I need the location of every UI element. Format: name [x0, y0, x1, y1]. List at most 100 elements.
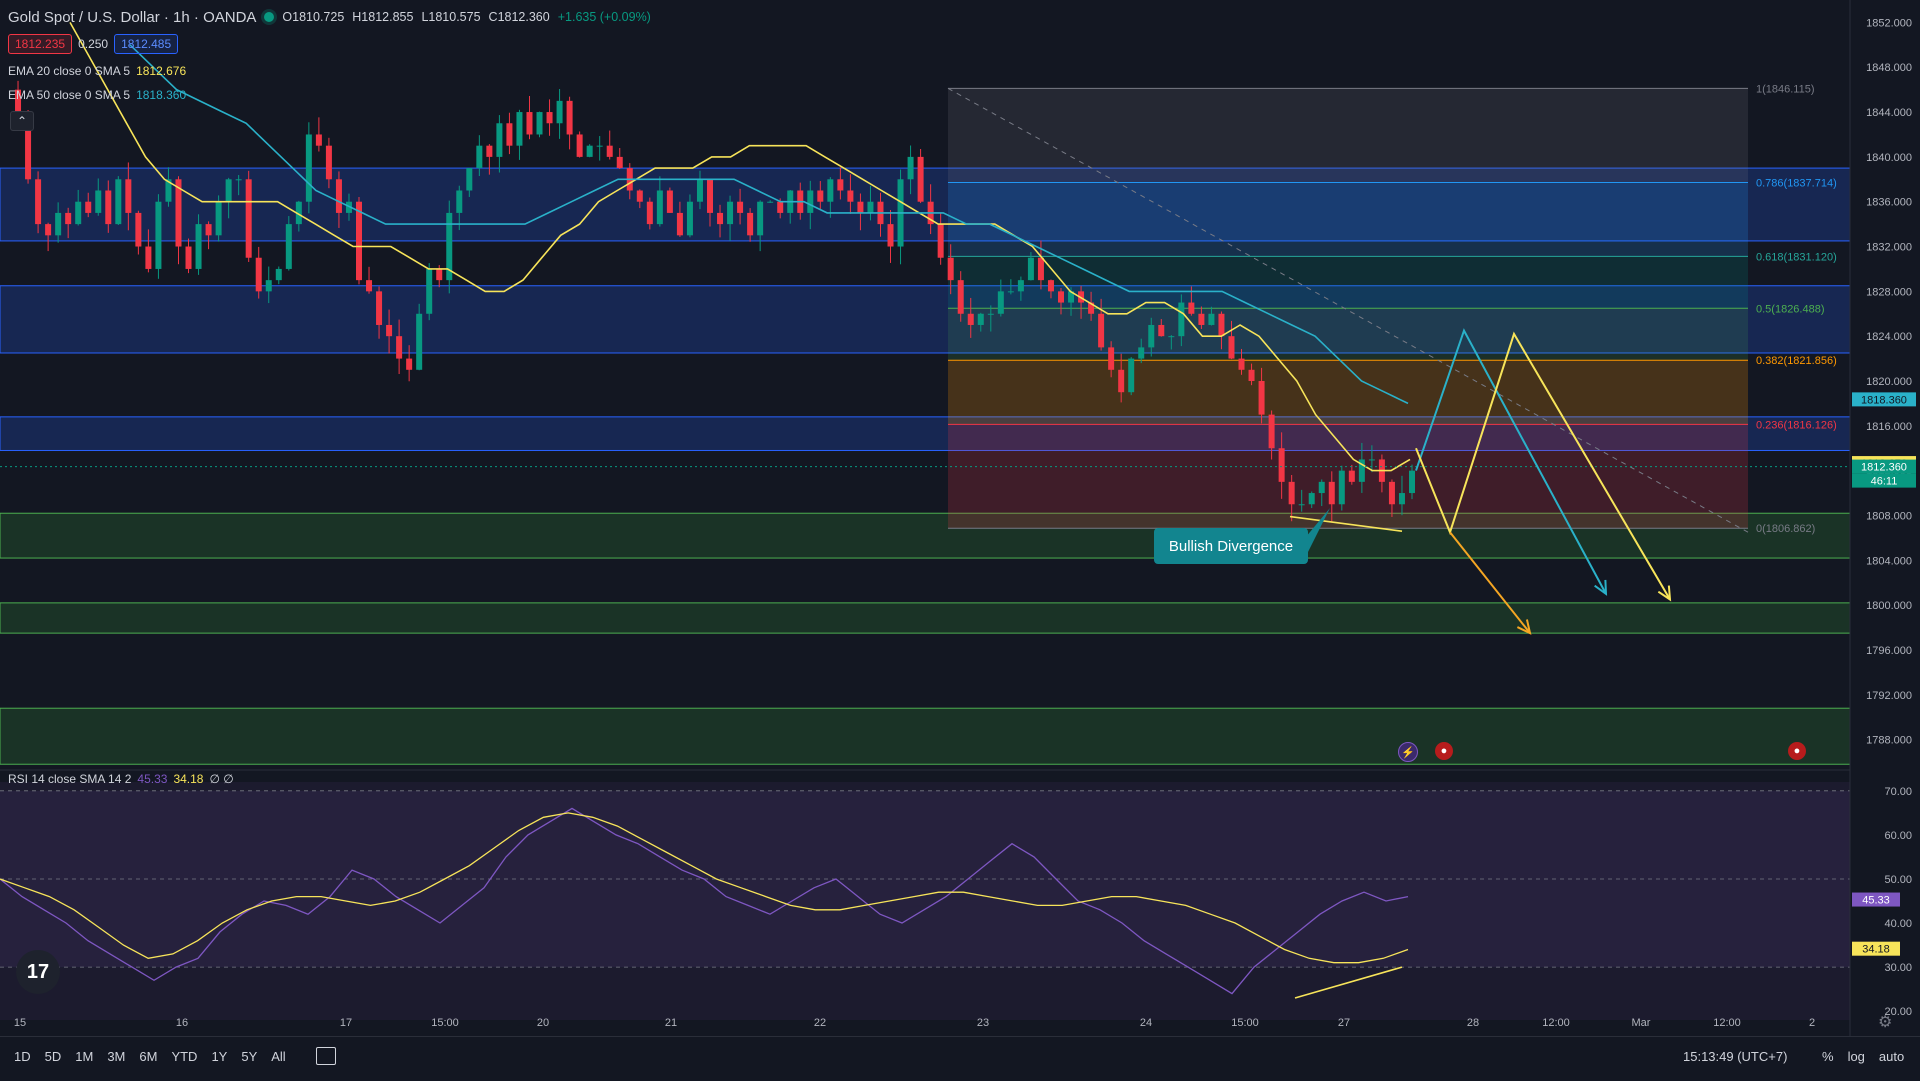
symbol-header: Gold Spot / U.S. Dollar · 1h · OANDA O18… [8, 6, 651, 28]
candle-body [155, 201, 162, 269]
time-tick: 28 [1467, 1017, 1479, 1029]
fib-band [948, 424, 1748, 529]
rsi-value: 45.33 [137, 772, 168, 786]
ema20-legend[interactable]: EMA 20 close 0 SMA 5 1812.676 [8, 64, 186, 78]
price-tick: 1800.000 [1866, 600, 1912, 612]
price-badge-label: 1812.360 [1861, 462, 1907, 474]
timeframe-5y[interactable]: 5Y [241, 1049, 257, 1064]
candle-body [747, 212, 754, 236]
lightning-event-icon[interactable]: ⚡ [1398, 742, 1418, 762]
candle-body [546, 112, 553, 124]
timeframe-3m[interactable]: 3M [107, 1049, 125, 1064]
timeframe-all[interactable]: All [271, 1049, 285, 1064]
clock[interactable]: 15:13:49 (UTC+7) [1683, 1049, 1787, 1064]
candle-body [526, 112, 533, 135]
candle-body [1278, 448, 1285, 482]
bullish-divergence-callout[interactable]: Bullish Divergence [1154, 528, 1308, 564]
candle-body [666, 190, 673, 213]
time-tick: 2 [1809, 1017, 1815, 1029]
candle-body [817, 190, 824, 202]
candle-body [1118, 369, 1125, 393]
percent-toggle[interactable]: % [1822, 1049, 1834, 1064]
sell-button[interactable]: 1812.235 [8, 34, 73, 54]
support-zone [0, 602, 1851, 634]
rsi-tick: 30.00 [1884, 962, 1912, 974]
candle-body [1228, 336, 1235, 359]
timeframe-5d[interactable]: 5D [45, 1049, 62, 1064]
price-tick: 1796.000 [1866, 645, 1912, 657]
candle-body [967, 313, 974, 325]
auto-toggle[interactable]: auto [1879, 1049, 1904, 1064]
candle-body [35, 179, 42, 225]
price-tick: 1804.000 [1866, 555, 1912, 567]
timeframe-1m[interactable]: 1M [75, 1049, 93, 1064]
candle-body [376, 291, 383, 325]
candle-body [696, 179, 703, 202]
candle-body [225, 179, 232, 202]
time-tick: 12:00 [1713, 1017, 1741, 1029]
collapse-chevron-icon[interactable]: ⌃ [10, 111, 34, 131]
time-tick: 17 [340, 1017, 352, 1029]
price-tick: 1848.000 [1866, 62, 1912, 74]
candle-body [125, 179, 132, 213]
candle-body [95, 190, 102, 213]
price-tick: 1832.000 [1866, 242, 1912, 254]
candle-body [586, 145, 593, 157]
compare-icon[interactable] [316, 1047, 336, 1065]
candle-body [486, 145, 493, 157]
price-tick: 1836.000 [1866, 197, 1912, 209]
candle-body [285, 224, 292, 269]
tradingview-logo-icon[interactable]: 17 [16, 950, 60, 994]
us-flag-event-icon[interactable]: ● [1788, 742, 1806, 760]
fib-band [948, 182, 1748, 257]
candle-body [55, 212, 62, 236]
candle-body [275, 268, 282, 281]
candle-body [1047, 280, 1054, 292]
candle-body [737, 201, 744, 213]
time-tick: 24 [1140, 1017, 1152, 1029]
time-tick: 15 [14, 1017, 26, 1029]
ohlc-values: O1810.725 H1812.855 L1810.575 C1812.360 … [282, 10, 650, 24]
candle-body [1108, 347, 1115, 370]
candle-body [1368, 459, 1375, 461]
ema50-label: EMA 50 close 0 SMA 5 [8, 88, 131, 102]
buy-button[interactable]: 1812.485 [114, 34, 179, 54]
timeframe-6m[interactable]: 6M [139, 1049, 157, 1064]
candle-body [245, 179, 252, 258]
candle-body [1218, 313, 1225, 337]
fib-level-label: 0.382(1821.856) [1756, 355, 1837, 367]
candle-body [917, 156, 924, 202]
rsi-badge-label: 34.18 [1862, 944, 1890, 956]
us-flag-event-icon[interactable]: ● [1435, 742, 1453, 760]
price-tick: 1816.000 [1866, 421, 1912, 433]
gear-icon[interactable]: ⚙ [1878, 1012, 1892, 1032]
candle-body [1238, 358, 1245, 370]
candle-body [977, 313, 984, 325]
price-chart[interactable]: 1(1846.115) 0.786(1837.714) 0.618(1831.120… [0, 0, 1920, 1080]
candle-body [1318, 481, 1325, 494]
candle-body [957, 280, 964, 314]
symbol-title[interactable]: Gold Spot / U.S. Dollar · 1h · OANDA [8, 9, 256, 26]
time-tick: 15:00 [1231, 1017, 1259, 1029]
candle-body [947, 257, 954, 281]
price-badge-label: 1818.360 [1861, 394, 1907, 406]
candle-body [135, 212, 142, 247]
candle-body [656, 190, 663, 225]
log-toggle[interactable]: log [1848, 1049, 1865, 1064]
close-value: C1812.360 [488, 10, 550, 24]
timeframe-1d[interactable]: 1D [14, 1049, 31, 1064]
candle-body [596, 145, 603, 147]
high-value: H1812.855 [352, 10, 414, 24]
rsi-legend[interactable]: RSI 14 close SMA 14 2 45.33 34.18 ∅ ∅ [8, 772, 234, 786]
low-value: L1810.575 [421, 10, 481, 24]
candle-body [105, 190, 112, 225]
candle-body [857, 201, 864, 213]
candle-body [65, 212, 72, 225]
candle-body [506, 123, 513, 146]
fib-level-label: 0.618(1831.120) [1756, 251, 1837, 263]
candle-body [536, 112, 543, 135]
timeframe-ytd[interactable]: YTD [171, 1049, 197, 1064]
ema50-legend[interactable]: EMA 50 close 0 SMA 5 1818.360 [8, 88, 186, 102]
candle-body [356, 201, 362, 281]
timeframe-1y[interactable]: 1Y [211, 1049, 227, 1064]
